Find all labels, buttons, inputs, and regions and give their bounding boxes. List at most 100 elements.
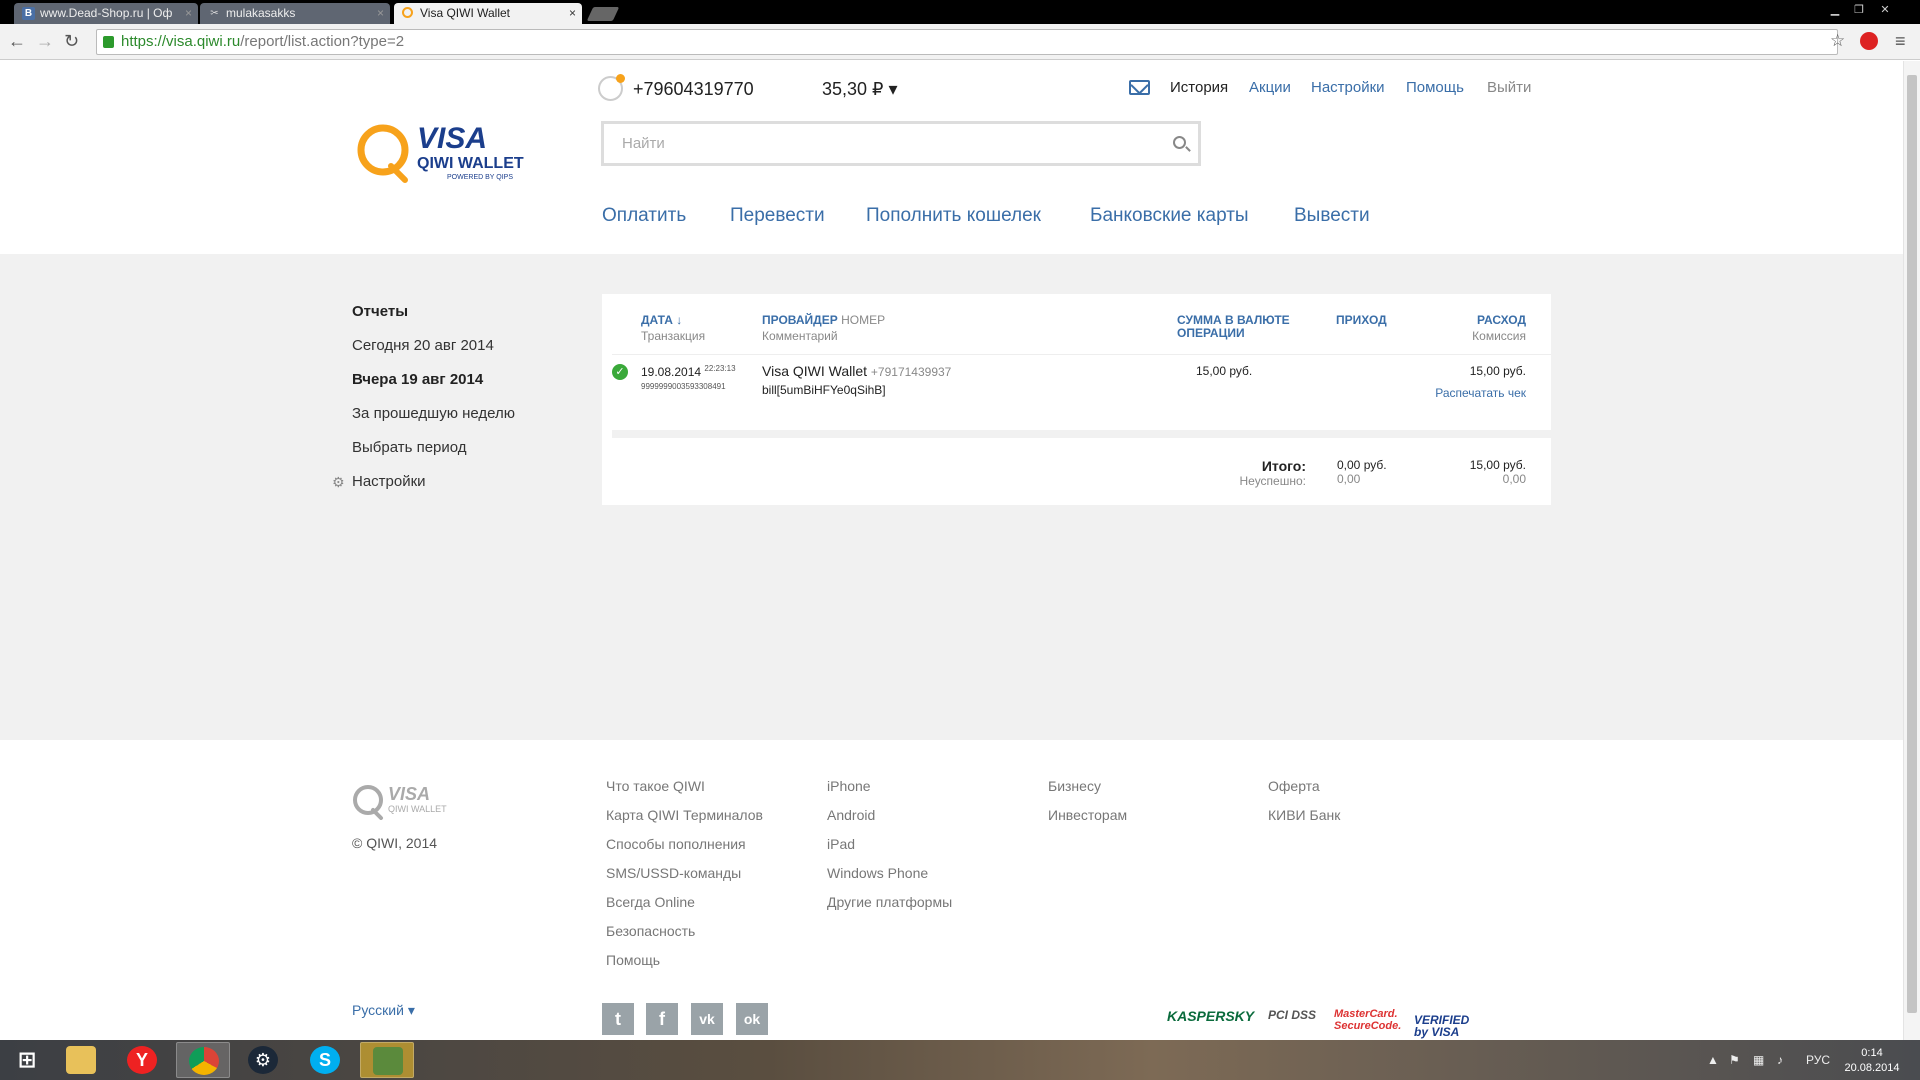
totals-expense-failed: 0,00 bbox=[1502, 472, 1526, 486]
footer-link[interactable]: iPad bbox=[827, 836, 855, 852]
sidebar-item-yesterday[interactable]: Вчера 19 авг 2014 bbox=[352, 371, 483, 388]
taskbar-skype[interactable]: S bbox=[298, 1042, 352, 1078]
sidebar-item-settings[interactable]: Настройки bbox=[352, 473, 426, 490]
column-header-date[interactable]: ДАТА ↓ Транзакция bbox=[641, 314, 705, 343]
main-nav-topup[interactable]: Пополнить кошелек bbox=[866, 205, 1041, 227]
minimize-icon[interactable]: ▁ bbox=[1824, 2, 1846, 18]
facebook-icon[interactable]: f bbox=[646, 1003, 678, 1035]
tools-icon: ✂ bbox=[210, 8, 219, 19]
footer-link[interactable]: Оферта bbox=[1268, 778, 1320, 794]
totals-expense: 15,00 руб. bbox=[1469, 458, 1526, 472]
section-divider bbox=[612, 430, 1551, 438]
browser-tab[interactable]: В www.Dead-Shop.ru | Оф × bbox=[14, 3, 198, 24]
system-clock[interactable]: 0:14 20.08.2014 bbox=[1842, 1046, 1902, 1076]
footer-link[interactable]: Инвесторам bbox=[1048, 807, 1127, 823]
footer-link[interactable]: Способы пополнения bbox=[606, 836, 746, 852]
logo-powered-text: POWERED BY QIPS bbox=[447, 174, 513, 181]
language-selector[interactable]: Русский ▾ bbox=[352, 1002, 415, 1019]
new-tab-button[interactable] bbox=[586, 7, 620, 21]
search-input[interactable] bbox=[604, 124, 1164, 163]
balance-dropdown[interactable]: 35,30 ₽ ▾ bbox=[822, 79, 898, 100]
user-avatar-icon[interactable] bbox=[598, 74, 625, 101]
vk-icon[interactable]: vk bbox=[691, 1003, 723, 1035]
footer-link[interactable]: Android bbox=[827, 807, 875, 823]
menu-icon[interactable]: ≡ bbox=[1895, 32, 1906, 50]
main-nav-transfer[interactable]: Перевести bbox=[730, 205, 825, 227]
input-language[interactable]: РУС bbox=[1806, 1053, 1830, 1067]
footer-link[interactable]: iPhone bbox=[827, 778, 871, 794]
footer-link[interactable]: Безопасность bbox=[606, 923, 695, 939]
column-header-provider[interactable]: ПРОВАЙДЕР НОМЕР Комментарий bbox=[762, 314, 885, 343]
totals-income: 0,00 руб. bbox=[1337, 458, 1387, 472]
footer-link[interactable]: Что такое QIWI bbox=[606, 778, 705, 794]
main-nav-pay[interactable]: Оплатить bbox=[602, 205, 686, 227]
qiwi-icon bbox=[402, 7, 413, 18]
nav-promo[interactable]: Акции bbox=[1249, 79, 1291, 96]
main-nav-withdraw[interactable]: Вывести bbox=[1294, 205, 1370, 227]
taskbar-chrome[interactable] bbox=[176, 1042, 230, 1078]
close-icon[interactable]: × bbox=[377, 3, 384, 24]
flag-icon[interactable]: ⚑ bbox=[1729, 1053, 1740, 1067]
vk-icon: В bbox=[22, 7, 35, 20]
taskbar-steam[interactable]: ⚙ bbox=[236, 1042, 290, 1078]
close-icon[interactable]: × bbox=[185, 3, 192, 24]
odnoklassniki-icon[interactable]: ok bbox=[736, 1003, 768, 1035]
sidebar-item-week[interactable]: За прошедшую неделю bbox=[352, 405, 515, 422]
footer-link[interactable]: SMS/USSD-команды bbox=[606, 865, 741, 881]
logout-link[interactable]: Выйти bbox=[1487, 79, 1531, 96]
search-icon[interactable] bbox=[1173, 136, 1186, 149]
footer-link[interactable]: Всегда Online bbox=[606, 894, 695, 910]
close-window-icon[interactable]: ✕ bbox=[1874, 2, 1896, 18]
vertical-scrollbar[interactable] bbox=[1903, 61, 1920, 1040]
extension-icon[interactable] bbox=[1860, 32, 1878, 50]
yandex-browser-icon: Y bbox=[127, 1046, 157, 1074]
network-icon[interactable]: ▦ bbox=[1753, 1053, 1764, 1067]
sidebar-item-today[interactable]: Сегодня 20 авг 2014 bbox=[352, 337, 494, 354]
star-icon[interactable]: ☆ bbox=[1830, 32, 1845, 50]
column-header-expense[interactable]: РАСХОД Комиссия bbox=[1420, 314, 1526, 343]
minecraft-icon bbox=[373, 1047, 403, 1075]
tab-title: mulakasakks bbox=[226, 6, 296, 20]
sidebar-item-period[interactable]: Выбрать период bbox=[352, 439, 467, 456]
nav-help[interactable]: Помощь bbox=[1406, 79, 1464, 96]
twitter-icon[interactable]: t bbox=[602, 1003, 634, 1035]
footer-link[interactable]: Windows Phone bbox=[827, 865, 928, 881]
reload-icon[interactable]: ↻ bbox=[64, 32, 79, 50]
account-phone[interactable]: +79604319770 bbox=[633, 79, 754, 100]
txn-amount: 15,00 руб. bbox=[1196, 364, 1253, 378]
windows-icon: ⊞ bbox=[17, 1047, 37, 1072]
lock-icon bbox=[103, 36, 114, 48]
column-header-income[interactable]: ПРИХОД bbox=[1336, 314, 1387, 327]
column-header-amount[interactable]: СУММА В ВАЛЮТЕ ОПЕРАЦИИ bbox=[1177, 314, 1290, 340]
address-bar[interactable]: https://visa.qiwi.ru/report/list.action?… bbox=[96, 29, 1838, 55]
scrollbar-thumb[interactable] bbox=[1907, 75, 1917, 1013]
footer-link[interactable]: Карта QIWI Терминалов bbox=[606, 807, 763, 823]
close-icon[interactable]: × bbox=[569, 3, 576, 24]
footer-link[interactable]: КИВИ Банк bbox=[1268, 807, 1340, 823]
back-icon[interactable]: ← bbox=[8, 32, 26, 50]
tray-expand-icon[interactable]: ▲ bbox=[1707, 1053, 1719, 1067]
txn-id: 9999999003593308491 bbox=[641, 382, 726, 391]
print-receipt-link[interactable]: Распечатать чек bbox=[1420, 386, 1526, 400]
taskbar-minecraft[interactable] bbox=[360, 1042, 414, 1078]
browser-tab-active[interactable]: Visa QIWI Wallet × bbox=[394, 3, 582, 24]
taskbar-yandex[interactable]: Y bbox=[115, 1042, 169, 1078]
visa-qiwi-logo[interactable]: VISA QIWI WALLET POWERED BY QIPS bbox=[355, 118, 535, 188]
restore-icon[interactable]: ❐ bbox=[1848, 2, 1870, 18]
nav-settings[interactable]: Настройки bbox=[1311, 79, 1385, 96]
mail-icon[interactable] bbox=[1129, 80, 1150, 95]
footer-link[interactable]: Другие платформы bbox=[827, 894, 952, 910]
url-text[interactable]: https://visa.qiwi.ru/report/list.action?… bbox=[121, 33, 404, 50]
forward-icon[interactable]: → bbox=[36, 32, 54, 50]
footer-link[interactable]: Помощь bbox=[606, 952, 660, 968]
totals-label: Итого: bbox=[1261, 458, 1306, 474]
volume-icon[interactable]: ♪ bbox=[1777, 1053, 1783, 1067]
nav-history[interactable]: История bbox=[1170, 79, 1228, 96]
start-button[interactable]: ⊞ bbox=[0, 1042, 54, 1078]
main-nav-cards[interactable]: Банковские карты bbox=[1090, 205, 1249, 227]
footer-link[interactable]: Бизнесу bbox=[1048, 778, 1101, 794]
browser-tab[interactable]: ✂ mulakasakks × bbox=[200, 3, 390, 24]
search-box bbox=[601, 121, 1201, 166]
mastercard-securecode-badge: MasterCard. SecureCode. bbox=[1334, 1008, 1402, 1032]
taskbar-explorer[interactable] bbox=[54, 1042, 108, 1078]
